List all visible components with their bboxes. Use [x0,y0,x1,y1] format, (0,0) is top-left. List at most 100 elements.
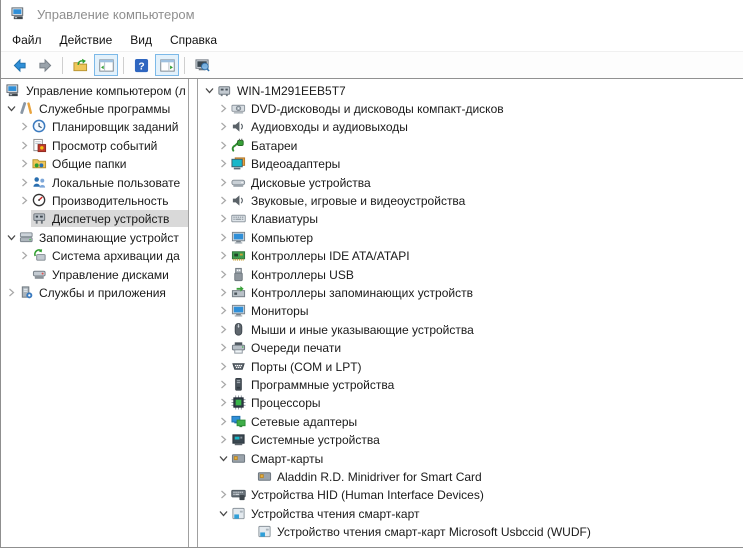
menu-item[interactable]: Справка [161,31,226,49]
tree-item-body[interactable]: Сетевые адаптеры [230,413,360,430]
toggle-action-pane-button[interactable] [155,54,179,76]
panel-splitter[interactable] [189,79,197,547]
tree-item[interactable]: WIN-1M291EEB5T7 [198,81,743,99]
chevron-right-icon[interactable] [216,380,230,389]
tree-item-body[interactable]: Управление компьютером (л [5,82,188,99]
tree-item[interactable]: Локальные пользовате [1,173,188,191]
forward-button[interactable] [33,54,57,76]
tree-item-body[interactable]: Мониторы [230,302,311,319]
tree-item[interactable]: Контроллеры IDE ATA/ATAPI [198,247,743,265]
chevron-right-icon[interactable] [216,306,230,315]
chevron-right-icon[interactable] [17,251,31,260]
chevron-right-icon[interactable] [216,178,230,187]
tree-item[interactable]: Системные устройства [198,430,743,448]
tree-item-body[interactable]: Система архивации да [31,247,183,264]
help-button[interactable]: ? [129,54,153,76]
tree-item-body[interactable]: Служебные программы [18,100,173,117]
chevron-right-icon[interactable] [216,435,230,444]
tree-item[interactable]: Планировщик заданий [1,118,188,136]
chevron-right-icon[interactable] [216,141,230,150]
tree-item[interactable]: Аудиовходы и аудиовыходы [198,118,743,136]
tree-item[interactable]: Общие папки [1,155,188,173]
menu-item[interactable]: Действие [51,31,122,49]
chevron-right-icon[interactable] [216,104,230,113]
tree-item[interactable]: Управление дисками [1,265,188,283]
tree-item-body[interactable]: Планировщик заданий [31,118,181,135]
tree-item[interactable]: Очереди печати [198,338,743,356]
chevron-down-icon[interactable] [4,233,18,242]
tree-item-body[interactable]: Смарт-карты [230,450,326,467]
tree-item-body[interactable]: Запоминающие устройст [18,229,182,246]
tree-item[interactable]: Звуковые, игровые и видеоустройства [198,191,743,209]
tree-item-body[interactable]: Процессоры [230,394,324,411]
tree-item-body[interactable]: Контроллеры USB [230,266,357,283]
chevron-right-icon[interactable] [216,196,230,205]
chevron-down-icon[interactable] [202,86,216,95]
tree-item[interactable]: Сетевые адаптеры [198,412,743,430]
menu-item[interactable]: Файл [3,31,51,49]
tree-item[interactable]: Мониторы [198,302,743,320]
tree-item[interactable]: Смарт-карты [198,449,743,467]
export-list-button[interactable] [68,54,92,76]
chevron-right-icon[interactable] [216,398,230,407]
chevron-right-icon[interactable] [216,343,230,352]
tree-item-body[interactable]: Системные устройства [230,431,383,448]
chevron-right-icon[interactable] [216,362,230,371]
tree-item[interactable]: Контроллеры запоминающих устройств [198,283,743,301]
chevron-right-icon[interactable] [216,270,230,279]
tree-item[interactable]: Службы и приложения [1,283,188,301]
tree-item[interactable]: Устройства чтения смарт-карт [198,504,743,522]
tree-item[interactable]: Система архивации да [1,247,188,265]
tree-item-body[interactable]: DVD-дисководы и дисководы компакт-дисков [230,100,507,117]
tree-item-body[interactable]: Мыши и иные указывающие устройства [230,321,477,338]
tree-item[interactable]: Компьютер [198,228,743,246]
tree-item[interactable]: Контроллеры USB [198,265,743,283]
tree-item-body[interactable]: Клавиатуры [230,210,321,227]
menu-item[interactable]: Вид [121,31,161,49]
chevron-right-icon[interactable] [17,141,31,150]
tree-item-body[interactable]: Звуковые, игровые и видеоустройства [230,192,468,209]
tree-item[interactable]: Программные устройства [198,375,743,393]
chevron-right-icon[interactable] [216,288,230,297]
chevron-right-icon[interactable] [216,214,230,223]
chevron-right-icon[interactable] [216,490,230,499]
tree-item-body[interactable]: Просмотр событий [31,137,160,154]
chevron-down-icon[interactable] [216,509,230,518]
tree-item[interactable]: Клавиатуры [198,210,743,228]
chevron-right-icon[interactable] [216,417,230,426]
tree-item-body[interactable]: Батареи [230,137,300,154]
back-button[interactable] [7,54,31,76]
tree-item[interactable]: Производительность [1,191,188,209]
chevron-right-icon[interactable] [216,233,230,242]
tree-item-body[interactable]: Диспетчер устройств [31,210,188,228]
tree-item[interactable]: Процессоры [198,394,743,412]
tree-item[interactable]: Запоминающие устройст [1,228,188,246]
tree-item[interactable]: Порты (COM и LPT) [198,357,743,375]
tree-item-body[interactable]: Дисковые устройства [230,174,374,191]
tree-item-body[interactable]: Контроллеры IDE ATA/ATAPI [230,247,413,264]
tree-item-body[interactable]: Локальные пользовате [31,174,183,191]
tree-item-body[interactable]: Производительность [31,192,171,209]
tree-item-body[interactable]: Общие папки [31,155,129,172]
chevron-right-icon[interactable] [216,251,230,260]
tree-item-body[interactable]: Aladdin R.D. Minidriver for Smart Card [256,468,485,485]
chevron-right-icon[interactable] [216,122,230,131]
tree-item-body[interactable]: Устройство чтения смарт-карт Microsoft U… [256,523,594,540]
tree-item-body[interactable]: Управление дисками [31,266,172,283]
tree-item[interactable]: Видеоадаптеры [198,155,743,173]
console-button[interactable] [190,54,214,76]
chevron-down-icon[interactable] [216,454,230,463]
tree-item-body[interactable]: WIN-1M291EEB5T7 [216,82,349,99]
tree-item-body[interactable]: Компьютер [230,229,316,246]
tree-item[interactable]: Просмотр событий [1,136,188,154]
tree-item-body[interactable]: Аудиовходы и аудиовыходы [230,118,411,135]
tree-item[interactable]: Устройства HID (Human Interface Devices) [198,486,743,504]
tree-item[interactable]: Управление компьютером (л [1,81,188,99]
chevron-right-icon[interactable] [17,159,31,168]
tree-item[interactable]: Дисковые устройства [198,173,743,191]
tree-item[interactable]: Диспетчер устройств [1,210,188,228]
tree-item-body[interactable]: Видеоадаптеры [230,155,343,172]
tree-item-body[interactable]: Службы и приложения [18,284,169,301]
tree-item-body[interactable]: Очереди печати [230,339,344,356]
tree-item[interactable]: Мыши и иные указывающие устройства [198,320,743,338]
